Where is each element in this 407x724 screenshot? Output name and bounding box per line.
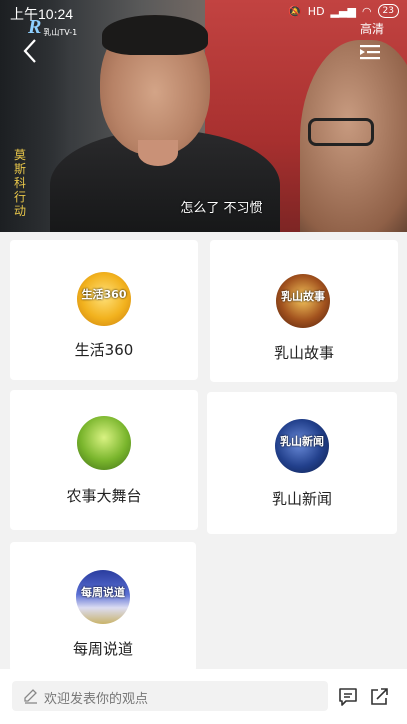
subtitle-text: 怎么了 不习惯: [180, 201, 263, 216]
thumbnail-text: 生活360: [81, 288, 127, 301]
program-thumbnail: 乳山新闻: [275, 419, 329, 473]
bottom-bar: 欢迎发表你的观点: [0, 669, 407, 724]
pencil-icon: [24, 689, 37, 704]
battery-indicator: 23: [377, 4, 399, 18]
back-button[interactable]: [20, 38, 42, 64]
vertical-title-char: 斯: [13, 162, 26, 176]
program-thumbnail: 每周说道: [76, 570, 130, 624]
program-card[interactable]: 每周说道 每周说道: [10, 542, 196, 672]
program-title: 乳山新闻: [271, 490, 332, 508]
share-icon: [371, 688, 388, 705]
quality-label[interactable]: 高清: [360, 20, 384, 37]
program-card[interactable]: 农事大舞台: [10, 390, 198, 530]
program-title: 乳山故事: [273, 344, 334, 362]
thumbnail-text: 乳山故事: [281, 290, 325, 303]
person-glasses: [308, 118, 374, 146]
comment-placeholder: 欢迎发表你的观点: [44, 692, 149, 707]
comment-input[interactable]: 欢迎发表你的观点: [12, 681, 328, 711]
thumbnail-text: 乳山新闻: [280, 435, 324, 448]
signal-icon: ▂▄▆: [330, 4, 356, 18]
share-button[interactable]: [368, 686, 390, 708]
wifi-icon: ◠: [361, 4, 372, 18]
program-thumbnail: [77, 416, 131, 470]
program-title: 生活360: [74, 341, 134, 359]
vertical-title-char: 莫: [13, 148, 26, 162]
program-thumbnail: 乳山故事: [276, 274, 330, 328]
thumbnail-text: 每周说道: [81, 586, 125, 599]
program-title: 每周说道: [72, 640, 133, 658]
program-thumbnail: 生活360: [77, 272, 131, 326]
program-card[interactable]: 生活360 生活360: [10, 240, 198, 380]
chevron-left-icon: [23, 39, 36, 63]
channel-name: 乳山TV-1: [43, 28, 78, 37]
channel-logo-letter: R: [28, 16, 42, 38]
vertical-title-char: 科: [13, 176, 26, 190]
video-player[interactable]: 上午10:24 🔕 HD ▂▄▆ ◠ 23 R 乳山TV-1 高清 莫 斯 科 …: [0, 0, 407, 232]
status-icons: 🔕 HD ▂▄▆ ◠ 23: [288, 4, 399, 18]
playlist-icon: [360, 45, 380, 60]
person-collar: [138, 140, 178, 166]
bell-off-icon: 🔕: [288, 4, 302, 18]
playlist-button[interactable]: [358, 42, 382, 62]
comments-button[interactable]: [337, 686, 359, 708]
program-title: 农事大舞台: [66, 487, 142, 505]
program-card[interactable]: 乳山故事 乳山故事: [210, 240, 398, 382]
program-card[interactable]: 乳山新闻 乳山新闻: [207, 392, 397, 534]
network-label: HD: [307, 4, 325, 18]
video-subtitle: 怎么了 不习惯: [0, 197, 407, 216]
comment-icon: [339, 688, 357, 706]
channel-logo: R 乳山TV-1: [28, 16, 77, 39]
